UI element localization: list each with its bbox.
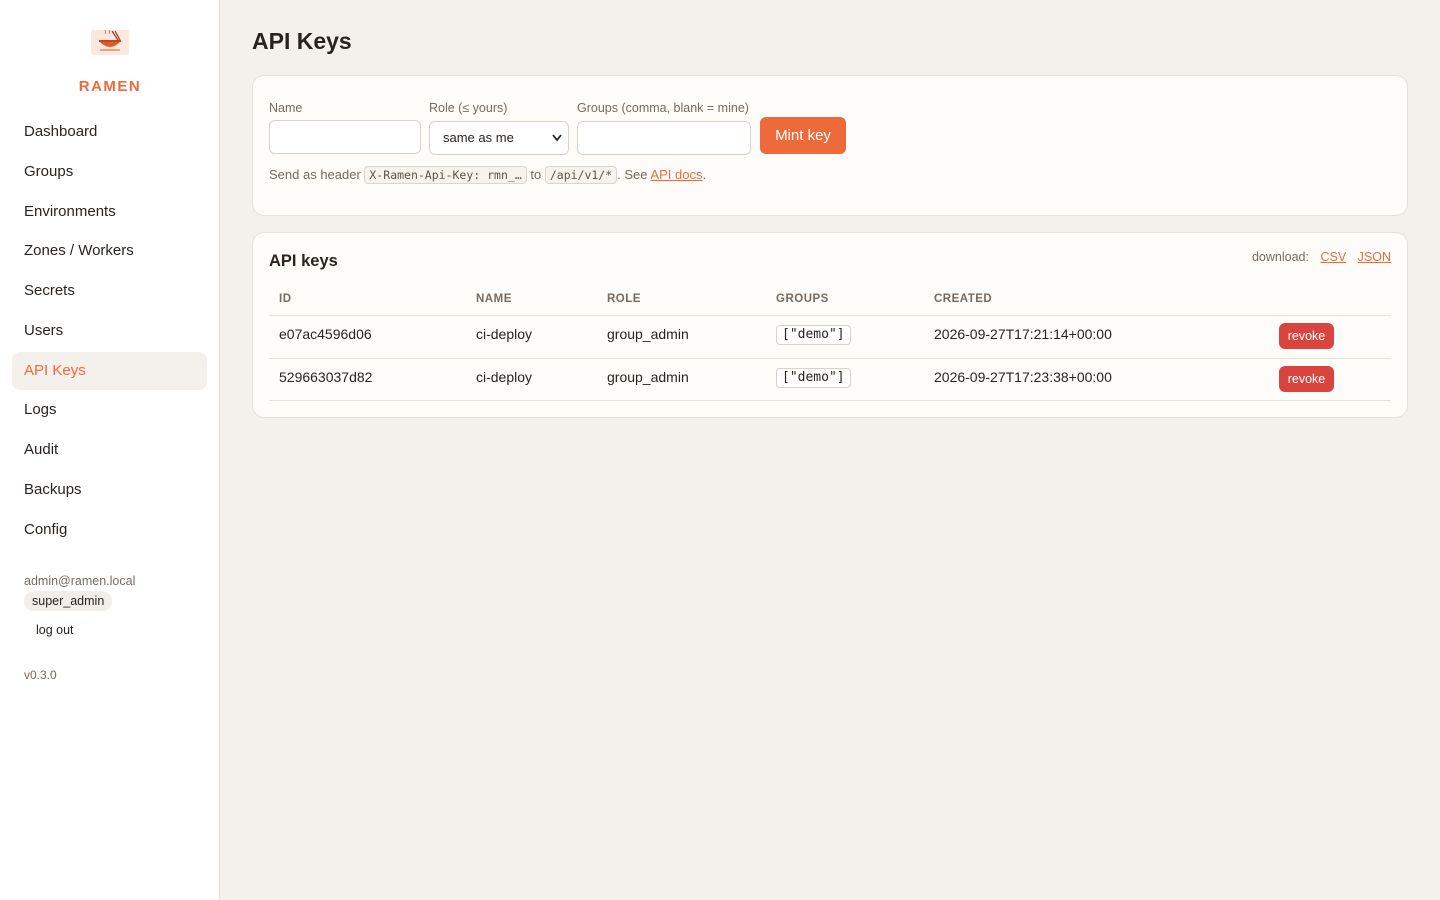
api-keys-title: API keys <box>269 252 338 270</box>
key-id: e07ac4596d06 <box>279 326 372 342</box>
download-links: download: CSV JSON <box>1252 250 1391 264</box>
key-created: 2026-09-27T17:21:14+00:00 <box>934 326 1112 342</box>
api-docs-link[interactable]: API docs <box>650 167 702 182</box>
user-role-badge: super_admin <box>24 591 113 611</box>
logout-link[interactable]: log out <box>36 623 74 637</box>
brand-name: RAMEN <box>78 78 142 95</box>
api-key-hint: Send as header X-Ramen-Api-Key: rmn_… to… <box>269 166 707 184</box>
download-json-link[interactable]: JSON <box>1358 250 1391 264</box>
role-label: Role (≤ yours) <box>429 101 508 115</box>
app-version: v0.3.0 <box>24 668 57 682</box>
key-name: ci-deploy <box>476 326 533 342</box>
sidebar-item-logs[interactable]: Logs <box>12 391 207 429</box>
mint-key-card: Name Role (≤ yours) same as me Groups (c… <box>252 75 1408 216</box>
name-input[interactable] <box>269 120 421 154</box>
groups-label: Groups (comma, blank = mine) <box>577 101 749 115</box>
download-label: download: <box>1251 250 1309 264</box>
sidebar-item-audit[interactable]: Audit <box>12 431 207 469</box>
mint-key-button[interactable]: Mint key <box>760 117 846 154</box>
sidebar: RAMEN Dashboard Groups Environments Zone… <box>0 0 220 900</box>
sidebar-item-groups[interactable]: Groups <box>12 153 207 191</box>
revoke-button[interactable]: revoke <box>1279 366 1334 392</box>
column-header-id: ID <box>279 293 292 305</box>
sidebar-item-api-keys[interactable]: API Keys <box>12 351 207 390</box>
download-csv-link[interactable]: CSV <box>1320 250 1346 264</box>
sidebar-item-config[interactable]: Config <box>12 511 207 549</box>
page-title: API Keys <box>252 28 352 54</box>
key-groups: ["demo"] <box>776 325 851 345</box>
role-select-value: same as me <box>443 130 514 145</box>
sidebar-nav: Dashboard Groups Environments Zones / Wo… <box>12 113 207 550</box>
sidebar-item-users[interactable]: Users <box>12 312 207 350</box>
table-divider <box>269 400 1391 401</box>
name-label: Name <box>269 101 303 115</box>
table-divider <box>269 358 1391 359</box>
column-header-role: ROLE <box>607 293 641 305</box>
hint-prefix: Send as header <box>269 167 361 182</box>
api-keys-card: API keys download: CSV JSON ID NAME ROLE… <box>252 232 1408 418</box>
key-groups: ["demo"] <box>776 368 851 388</box>
sidebar-item-backups[interactable]: Backups <box>12 471 207 509</box>
chevron-down-icon <box>552 122 562 167</box>
groups-input[interactable] <box>577 121 751 155</box>
key-name: ci-deploy <box>476 369 533 385</box>
sidebar-item-secrets[interactable]: Secrets <box>12 272 207 310</box>
role-select[interactable]: same as me <box>429 121 569 155</box>
user-email: admin@ramen.local <box>24 574 136 588</box>
key-role: group_admin <box>607 369 689 385</box>
hint-end: . <box>702 167 707 182</box>
revoke-button[interactable]: revoke <box>1279 323 1334 349</box>
ramen-bowl-logo-icon <box>91 29 129 55</box>
sidebar-item-zones-workers[interactable]: Zones / Workers <box>12 232 207 270</box>
sidebar-item-environments[interactable]: Environments <box>12 193 207 231</box>
key-created: 2026-09-27T17:23:38+00:00 <box>934 369 1112 385</box>
key-id: 529663037d82 <box>279 369 373 385</box>
path-code: /api/v1/* <box>544 166 618 184</box>
hint-see: . See <box>617 167 648 182</box>
key-role: group_admin <box>607 326 689 342</box>
column-header-name: NAME <box>476 293 512 305</box>
column-header-groups: GROUPS <box>776 293 829 305</box>
table-divider <box>269 315 1391 316</box>
header-code: X-Ramen-Api-Key: rmn_… <box>364 166 527 184</box>
sidebar-item-dashboard[interactable]: Dashboard <box>12 113 207 151</box>
column-header-created: CREATED <box>934 293 993 305</box>
hint-to: to <box>530 167 542 182</box>
